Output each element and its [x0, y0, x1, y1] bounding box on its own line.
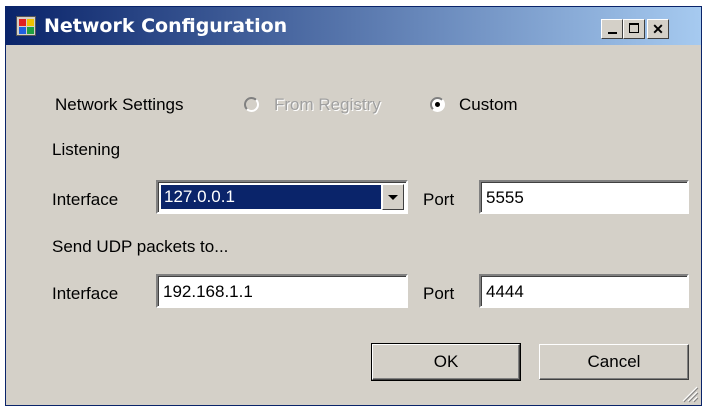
maximize-button[interactable] [623, 19, 645, 39]
resize-grip-icon[interactable] [679, 383, 699, 403]
title-bar[interactable]: Network Configuration ✕ [6, 7, 701, 45]
close-icon: ✕ [652, 21, 664, 37]
custom-label[interactable]: Custom [459, 95, 518, 115]
listening-heading: Listening [52, 140, 121, 159]
send-interface-label: Interface [52, 284, 119, 303]
maximize-icon [629, 23, 639, 33]
network-settings-label: Network Settings [55, 95, 184, 114]
listening-port-input[interactable]: 5555 [479, 180, 689, 214]
send-interface-input[interactable]: 192.168.1.1 [156, 274, 408, 308]
chevron-down-icon [388, 195, 398, 200]
dropdown-button[interactable] [382, 184, 404, 210]
cancel-button[interactable]: Cancel [539, 344, 689, 380]
radio-selected-dot [435, 102, 440, 107]
minimize-button[interactable] [601, 19, 623, 39]
from-registry-label: From Registry [274, 95, 381, 114]
listening-port-label: Port [423, 190, 455, 209]
send-port-label: Port [423, 284, 455, 303]
listening-interface-combobox[interactable]: 127.0.0.1 [156, 180, 408, 214]
listening-interface-value: 127.0.0.1 [161, 185, 381, 209]
close-button[interactable]: ✕ [647, 19, 669, 39]
listening-interface-label: Interface [52, 190, 119, 209]
minimize-icon [608, 32, 617, 34]
window-title: Network Configuration [44, 15, 288, 37]
custom-radio[interactable] [430, 97, 445, 112]
send-port-input[interactable]: 4444 [479, 274, 689, 308]
app-icon[interactable] [16, 16, 36, 36]
network-configuration-window: Network Configuration ✕ Network Settings… [5, 6, 702, 406]
send-udp-heading: Send UDP packets to... [52, 237, 229, 256]
ok-button[interactable]: OK [371, 343, 521, 381]
from-registry-radio [244, 97, 259, 112]
